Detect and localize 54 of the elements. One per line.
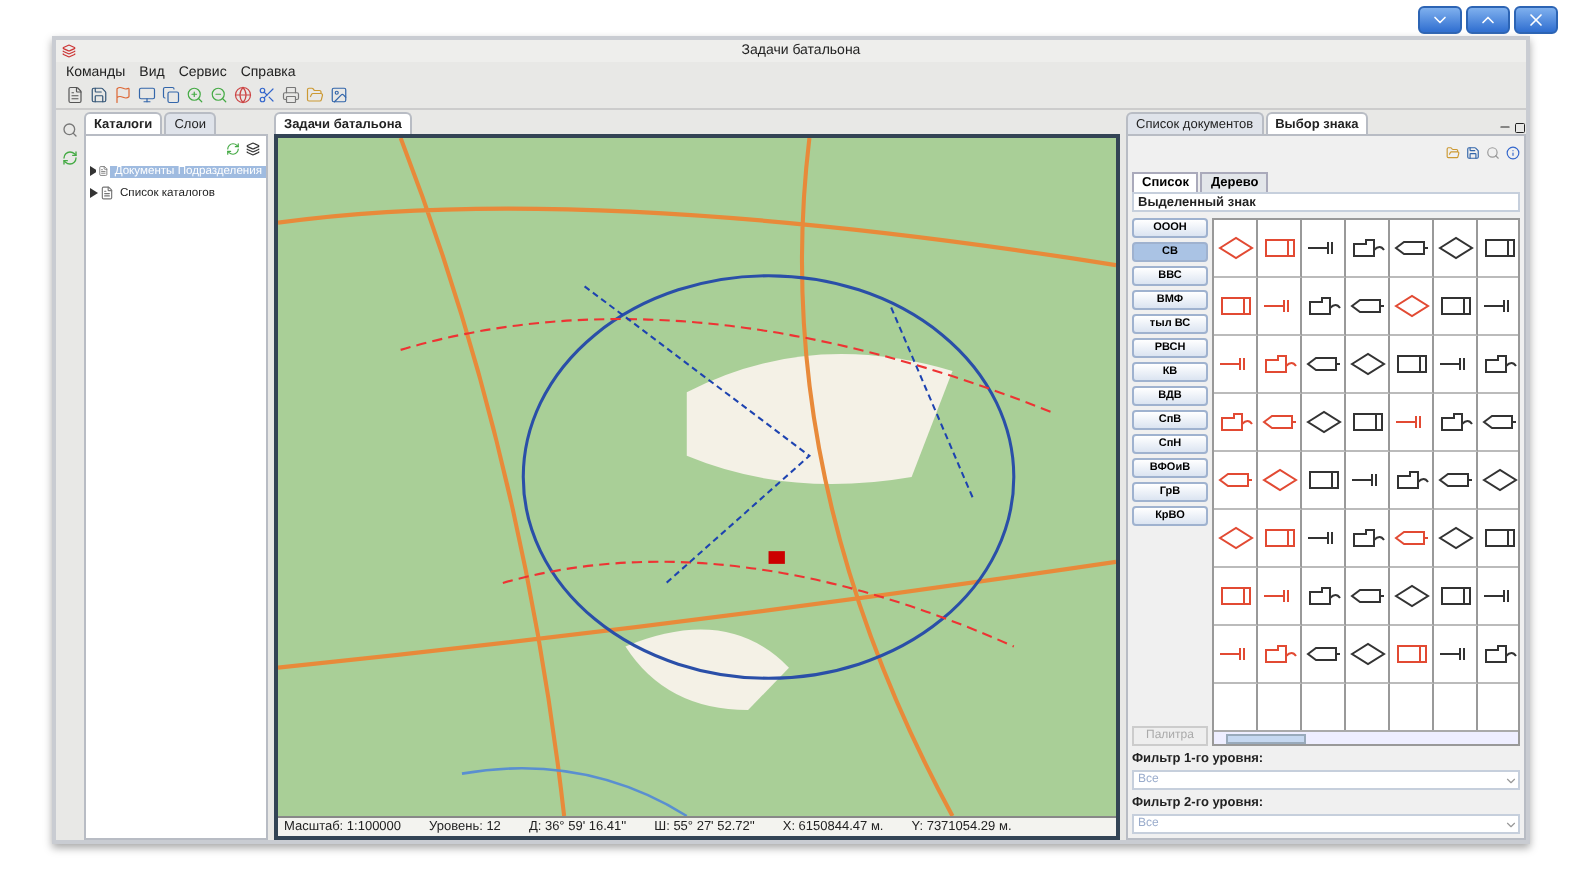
map-symbol-icon[interactable] — [1437, 236, 1473, 260]
map-symbol-icon[interactable] — [1481, 352, 1517, 376]
map-symbol-icon[interactable] — [1349, 294, 1385, 318]
map-symbol-icon[interactable] — [1349, 236, 1385, 260]
map-symbol-icon[interactable] — [1437, 410, 1473, 434]
toolbar-icon[interactable] — [138, 86, 156, 104]
maximize-button[interactable] — [1466, 6, 1510, 34]
map-symbol-icon[interactable] — [1437, 526, 1473, 550]
map-symbol-icon[interactable] — [1349, 526, 1385, 550]
map-symbol-icon[interactable] — [1305, 642, 1341, 666]
map-symbol-icon[interactable] — [1393, 236, 1429, 260]
map-symbol-icon[interactable] — [1305, 584, 1341, 608]
map-symbol-icon[interactable] — [1393, 352, 1429, 376]
map-symbol-icon[interactable] — [1481, 468, 1517, 492]
save-icon[interactable] — [1466, 145, 1480, 159]
map-symbol-icon[interactable] — [1481, 642, 1517, 666]
layers-icon[interactable] — [246, 141, 260, 155]
map-symbol-icon[interactable] — [1437, 294, 1473, 318]
info-icon[interactable] — [1506, 145, 1520, 159]
maximize-icon[interactable] — [1514, 122, 1526, 134]
close-button[interactable] — [1514, 6, 1558, 34]
toolbar-icon[interactable] — [330, 86, 348, 104]
map-symbol-icon[interactable] — [1305, 410, 1341, 434]
refresh-icon[interactable] — [226, 141, 240, 155]
toolbar-icon[interactable] — [90, 86, 108, 104]
toolbar-icon[interactable] — [234, 86, 252, 104]
toolbar-icon[interactable] — [114, 86, 132, 104]
toolbar-icon[interactable] — [162, 86, 180, 104]
map-symbol-icon[interactable] — [1349, 642, 1385, 666]
document-icon — [98, 164, 109, 178]
map-symbol-icon[interactable] — [1305, 294, 1341, 318]
search-icon[interactable] — [62, 122, 78, 138]
expand-arrow-icon[interactable] — [90, 166, 97, 176]
toolbar-icon[interactable] — [258, 86, 276, 104]
document-icon — [100, 186, 114, 200]
map-symbol-icon[interactable] — [1305, 352, 1341, 376]
map-symbol-icon[interactable] — [1437, 468, 1473, 492]
map-symbol-icon[interactable] — [1481, 526, 1517, 550]
map-symbol-icon[interactable] — [1481, 410, 1517, 434]
scrollbar-thumb[interactable] — [1226, 733, 1306, 743]
map-symbol-icon[interactable] — [1393, 584, 1429, 608]
map-symbol-icon[interactable] — [1393, 468, 1429, 492]
expand-arrow-icon[interactable] — [90, 188, 98, 198]
close-icon — [1526, 10, 1546, 30]
map-symbol-icon[interactable] — [1349, 410, 1385, 434]
map-symbol-icon[interactable] — [1481, 236, 1517, 260]
toolbar-icon[interactable] — [282, 86, 300, 104]
minimize-button[interactable] — [1418, 6, 1462, 34]
app-icon — [62, 44, 76, 58]
map-symbol-icon[interactable] — [1349, 584, 1385, 608]
toolbar-icon[interactable] — [66, 86, 84, 104]
map-symbol-icon[interactable] — [1349, 352, 1385, 376]
map-symbol-icon[interactable] — [1305, 468, 1341, 492]
map-symbol-icon[interactable] — [1437, 584, 1473, 608]
